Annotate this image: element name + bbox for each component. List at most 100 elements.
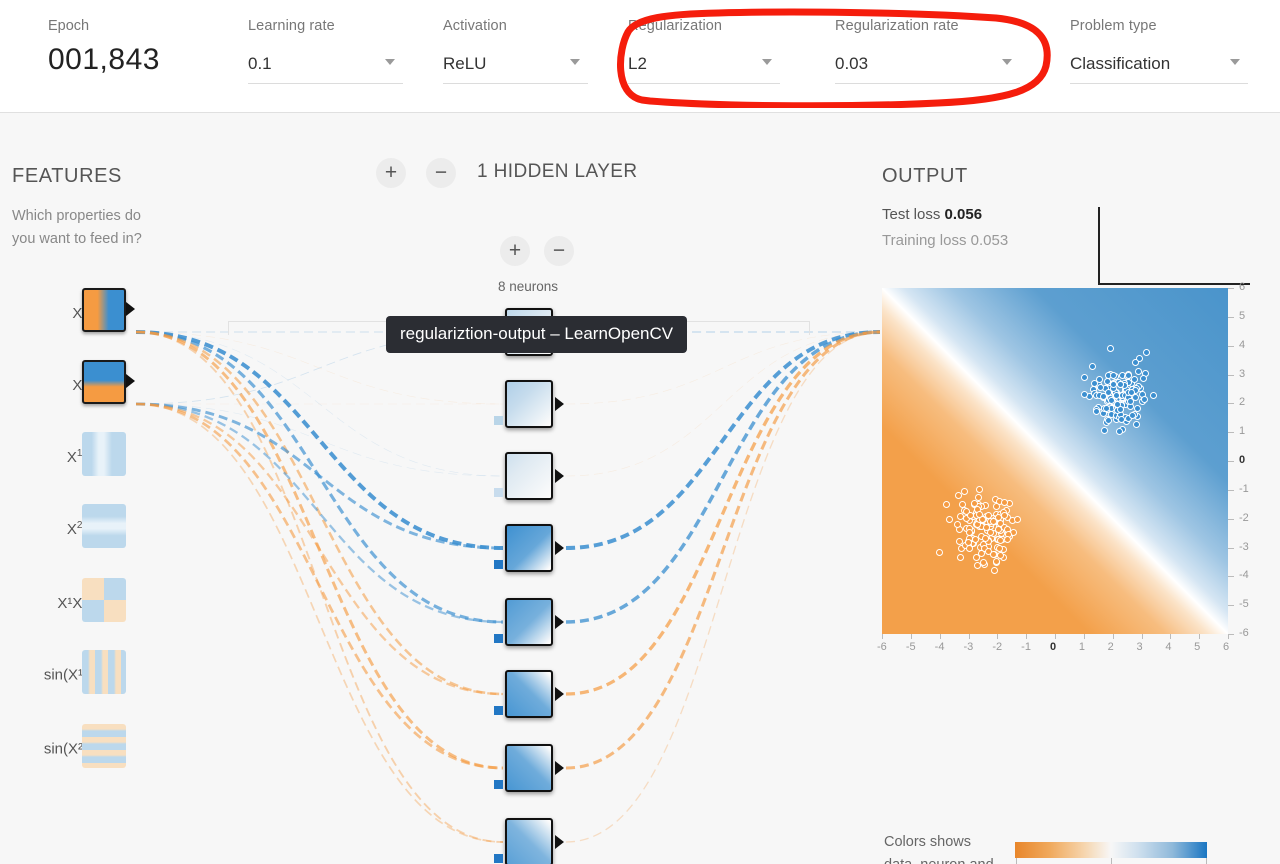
x-tick — [997, 634, 999, 639]
chevron-down-icon — [1002, 59, 1012, 65]
regularization-rate-dropdown[interactable]: 0.03 — [835, 54, 1020, 84]
neuron-5[interactable] — [505, 598, 553, 646]
x-axis-label: -2 — [992, 641, 1003, 653]
y-tick — [1228, 374, 1234, 376]
data-point-orange — [964, 539, 972, 547]
neuron-6-output-arrow — [555, 687, 564, 701]
remove-neuron-button[interactable]: − — [544, 236, 574, 266]
data-point-orange — [966, 511, 974, 519]
data-point-orange — [975, 510, 983, 518]
neuron-5-output-arrow — [555, 615, 564, 629]
neuron-8[interactable] — [505, 818, 553, 864]
neuron-2-output-arrow — [555, 397, 564, 411]
x-axis-label: 2 — [1107, 641, 1114, 653]
neuron-5-bias-indicator[interactable] — [494, 634, 503, 643]
neuron-6[interactable] — [505, 670, 553, 718]
neuron-8-output-arrow — [555, 835, 564, 849]
x-tick — [1170, 634, 1172, 639]
test-loss-value: 0.056 — [944, 206, 983, 223]
connection-link — [135, 403, 504, 843]
test-loss: Test loss 0.056 — [882, 206, 982, 223]
neuron-8-bias-indicator[interactable] — [494, 854, 503, 863]
add-neuron-button[interactable]: + — [500, 236, 530, 266]
regularization-rate-value: 0.03 — [835, 54, 1020, 84]
learning-rate-control: Learning rate 0.1 — [248, 18, 403, 84]
problem-type-dropdown[interactable]: Classification — [1070, 54, 1248, 84]
y-tick — [1228, 345, 1234, 347]
output-heatmap[interactable] — [882, 288, 1228, 634]
page-title-tooltip: regulariztion-output – LearnOpenCV — [386, 316, 688, 353]
loss-chart-axes — [1098, 207, 1250, 285]
legend-tick — [1206, 858, 1207, 864]
connection-link — [135, 402, 504, 770]
x-tick — [968, 634, 970, 639]
neuron-4[interactable] — [505, 524, 553, 572]
output-title: OUTPUT — [882, 165, 968, 187]
x-axis-label: 6 — [1223, 641, 1230, 653]
y-axis-label: -2 — [1239, 511, 1249, 524]
y-axis-label: 4 — [1239, 338, 1246, 351]
chevron-down-icon — [1230, 59, 1240, 65]
x-tick — [1112, 634, 1114, 639]
data-point-orange — [943, 500, 951, 508]
chevron-down-icon — [762, 59, 772, 65]
y-axis-label: 0 — [1239, 454, 1246, 466]
y-axis-label: -3 — [1239, 540, 1249, 553]
neuron-7[interactable] — [505, 744, 553, 792]
neuron-3[interactable] — [505, 452, 553, 500]
regularization-dropdown[interactable]: L2 — [628, 54, 780, 84]
connection-link — [135, 402, 504, 550]
neuron-7-output-arrow — [555, 761, 564, 775]
neuron-2-bias-indicator[interactable] — [494, 416, 503, 425]
y-tick — [1228, 316, 1234, 318]
y-tick — [1228, 518, 1234, 520]
y-axis-label: 6 — [1239, 281, 1246, 293]
x-axis-label: -1 — [1021, 641, 1031, 653]
x-tick — [882, 634, 883, 639]
regularization-rate-label: Regularization rate — [835, 18, 959, 34]
remove-layer-button[interactable]: − — [426, 158, 456, 188]
data-point-orange — [953, 520, 961, 528]
connection-link — [565, 331, 881, 477]
epoch-label: Epoch — [48, 18, 90, 34]
regularization-label: Regularization — [628, 18, 723, 34]
problem-type-control: Problem type Classification — [1070, 18, 1248, 84]
decision-boundary-background — [882, 288, 1228, 634]
data-point-blue — [1102, 404, 1110, 412]
x-axis-label: -3 — [963, 641, 974, 653]
neuron-7-bias-indicator[interactable] — [494, 780, 503, 789]
learning-rate-dropdown[interactable]: 0.1 — [248, 54, 403, 84]
data-point-blue — [1113, 391, 1121, 399]
neuron-4-bias-indicator[interactable] — [494, 560, 503, 569]
neuron-2[interactable] — [505, 380, 553, 428]
x-tick — [1026, 634, 1028, 639]
learning-rate-label: Learning rate — [248, 18, 335, 34]
problem-type-label: Problem type — [1070, 18, 1157, 34]
data-point-orange — [955, 491, 963, 499]
data-point-blue — [1142, 348, 1150, 356]
data-point-blue — [1088, 362, 1096, 370]
regularization-rate-control: Regularization rate 0.03 — [835, 18, 1020, 84]
data-point-blue — [1132, 420, 1140, 428]
hidden-layer-count-label: 1 HIDDEN LAYER — [477, 161, 638, 182]
x-axis-label: -6 — [877, 641, 887, 653]
data-point-blue — [1104, 416, 1112, 424]
data-point-orange — [992, 557, 1000, 565]
add-layer-button[interactable]: + — [376, 158, 406, 188]
data-point-orange — [986, 528, 994, 536]
data-point-blue — [1130, 376, 1138, 384]
connection-link — [565, 330, 881, 696]
y-tick — [1228, 461, 1234, 462]
data-point-orange — [965, 528, 973, 536]
color-scale-bar — [1015, 842, 1207, 858]
neuron-6-bias-indicator[interactable] — [494, 706, 503, 715]
data-point-orange — [996, 537, 1004, 545]
data-point-orange — [958, 501, 966, 509]
neuron-3-bias-indicator[interactable] — [494, 488, 503, 497]
x-tick — [910, 634, 912, 639]
y-axis-label: -4 — [1239, 569, 1249, 582]
x-axis-label: 0 — [1050, 641, 1057, 653]
legend-description: Colors shows data, neuron and weight val… — [884, 834, 994, 864]
main-stage: FEATURES Which properties do you want to… — [0, 113, 1280, 864]
activation-dropdown[interactable]: ReLU — [443, 54, 588, 84]
